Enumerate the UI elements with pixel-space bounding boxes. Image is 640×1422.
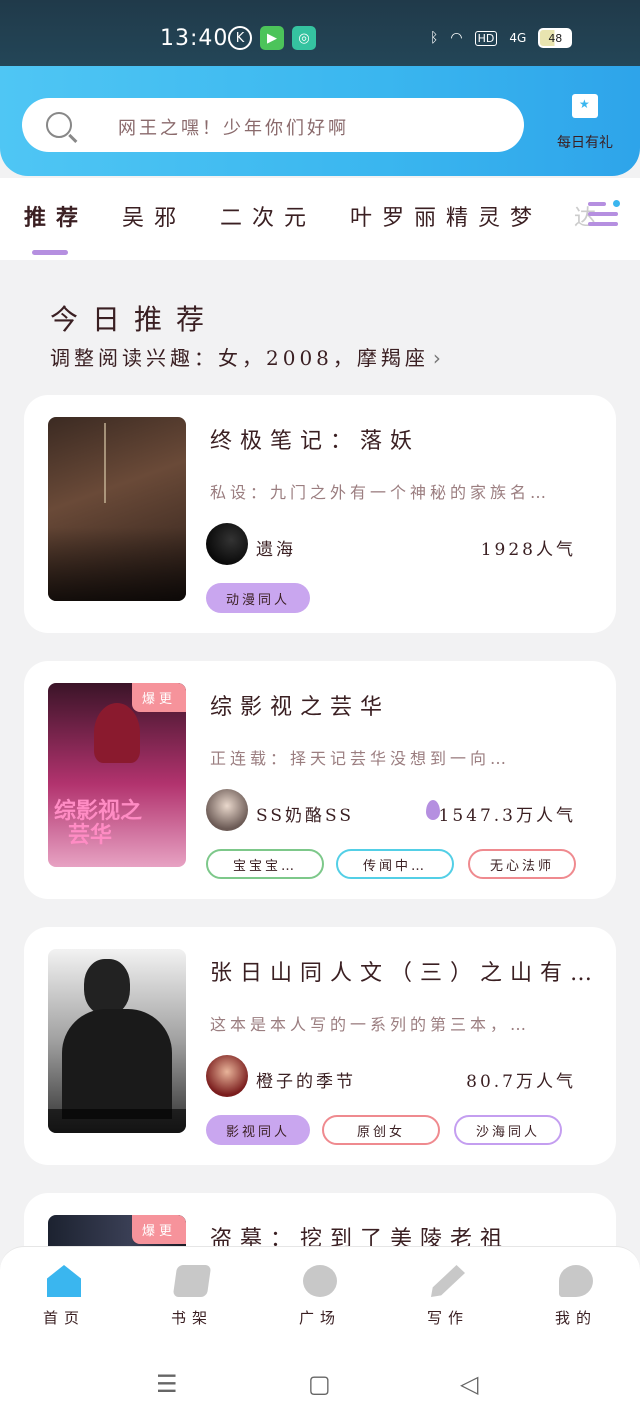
- tab-anime[interactable]: 二次元: [220, 200, 316, 232]
- avatar: [206, 523, 248, 565]
- book-description: 私设：九门之外有一个神秘的家族名…: [210, 483, 551, 502]
- status-time: 13:40: [160, 26, 229, 51]
- tab-recommend[interactable]: 推荐: [24, 200, 88, 232]
- tag[interactable]: 传闻中…: [336, 849, 454, 879]
- book-title: 综影视之芸华: [210, 695, 391, 720]
- avatar: [206, 789, 248, 831]
- home-system-icon[interactable]: ▢: [308, 1370, 331, 1398]
- tag[interactable]: 沙海同人: [454, 1115, 562, 1145]
- nav-write[interactable]: 写作: [408, 1265, 488, 1328]
- book-description: 正连载：择天记芸华没想到一向…: [210, 749, 511, 768]
- avatar: [206, 1055, 248, 1097]
- section-title: 今日推荐: [50, 303, 219, 336]
- book-cover: [48, 949, 186, 1133]
- nav-label: 广场: [298, 1309, 341, 1327]
- gift-icon: [572, 94, 598, 118]
- header: 网王之嘿！少年你们好啊 每日有礼: [0, 66, 640, 176]
- status-badge: 爆更: [131, 1215, 186, 1244]
- nav-label: 我的: [554, 1309, 597, 1327]
- status-right-icons: ᛒ ◠ HD 4G 48: [430, 28, 573, 48]
- nav-home[interactable]: 首页: [24, 1265, 104, 1328]
- bluetooth-icon: ᛒ: [430, 30, 439, 46]
- chat-icon: [559, 1265, 593, 1297]
- nav-label: 书架: [170, 1309, 213, 1327]
- interest-adjust-link[interactable]: 调整阅读兴趣：女，2008，摩羯座 ›: [50, 342, 445, 371]
- tag[interactable]: 无心法师: [468, 849, 576, 879]
- battery-icon: 48: [538, 28, 573, 48]
- wifi-icon: ◠: [450, 30, 463, 46]
- tab-wuxie[interactable]: 吴邪: [122, 200, 186, 232]
- tag[interactable]: 影视同人: [206, 1115, 310, 1145]
- author-name: SS奶酪SS: [256, 806, 354, 826]
- nav-label: 写作: [426, 1309, 469, 1327]
- hd-icon: HD: [474, 30, 498, 46]
- nav-label: 首页: [42, 1309, 85, 1327]
- back-icon[interactable]: ◁: [460, 1370, 478, 1398]
- cover-art-text: 芸华: [68, 822, 113, 848]
- status-app-icons: K ▶ ◎: [228, 26, 316, 50]
- book-cover: 综影视之 芸华 爆更: [48, 683, 186, 867]
- signal-icon: 4G: [509, 31, 527, 45]
- daily-gift-label: 每日有礼: [557, 135, 613, 151]
- book-title: 张日山同人文（三）之山有…: [210, 961, 601, 986]
- nav-square[interactable]: 广场: [280, 1265, 360, 1328]
- status-badge: 爆更: [131, 683, 186, 712]
- tag[interactable]: 动漫同人: [206, 583, 310, 613]
- daily-gift-button[interactable]: 每日有礼: [540, 94, 630, 152]
- book-title: 终极笔记：落妖: [210, 429, 421, 454]
- search-input[interactable]: 网王之嘿！少年你们好啊: [22, 98, 524, 152]
- author-name: 遗海: [256, 540, 296, 560]
- app-notification-icon: ◎: [292, 26, 316, 50]
- interest-adjust-label: 调整阅读兴趣：女，2008，摩羯座: [50, 346, 429, 370]
- video-app-icon: ▶: [260, 26, 284, 50]
- recent-apps-icon[interactable]: ☰: [156, 1370, 178, 1398]
- tag[interactable]: 原创女: [322, 1115, 440, 1145]
- book-card[interactable]: 终极笔记：落妖 私设：九门之外有一个神秘的家族名… 遗海 1928人气 动漫同人: [24, 395, 616, 633]
- kugou-icon: K: [228, 26, 252, 50]
- book-card[interactable]: 综影视之 芸华 爆更 综影视之芸华 正连载：择天记芸华没想到一向… SS奶酪SS…: [24, 661, 616, 899]
- planet-icon: [303, 1265, 337, 1297]
- bookshelf-icon: [172, 1265, 212, 1297]
- search-icon: [46, 112, 72, 138]
- book-description: 这本是本人写的一系列的第三本，…: [210, 1015, 531, 1034]
- home-icon: [47, 1265, 81, 1297]
- popularity-count: 1928人气: [480, 540, 576, 560]
- tab-indicator: [32, 250, 68, 255]
- search-placeholder: 网王之嘿！少年你们好啊: [118, 118, 349, 139]
- author-name: 橙子的季节: [256, 1072, 356, 1092]
- pen-icon: [431, 1265, 465, 1297]
- tab-yeluoli[interactable]: 叶罗丽精灵梦: [350, 200, 542, 232]
- tag[interactable]: 宝宝宝…: [206, 849, 324, 879]
- nav-mine[interactable]: 我的: [536, 1265, 616, 1328]
- nav-bookshelf[interactable]: 书架: [152, 1265, 232, 1328]
- system-nav-bar: ☰ ▢ ◁: [0, 1344, 640, 1422]
- book-cover: [48, 417, 186, 601]
- book-card[interactable]: 张日山同人文（三）之山有… 这本是本人写的一系列的第三本，… 橙子的季节 80.…: [24, 927, 616, 1165]
- category-tabs: 推荐 吴邪 二次元 叶罗丽精灵梦 达: [0, 178, 640, 260]
- popularity-count: 1547.3万人气: [438, 806, 576, 826]
- bottom-nav: 首页 书架 广场 写作 我的: [0, 1246, 640, 1344]
- popularity-count: 80.7万人气: [466, 1072, 576, 1092]
- chevron-right-icon: ›: [432, 346, 445, 370]
- menu-icon[interactable]: [588, 200, 620, 232]
